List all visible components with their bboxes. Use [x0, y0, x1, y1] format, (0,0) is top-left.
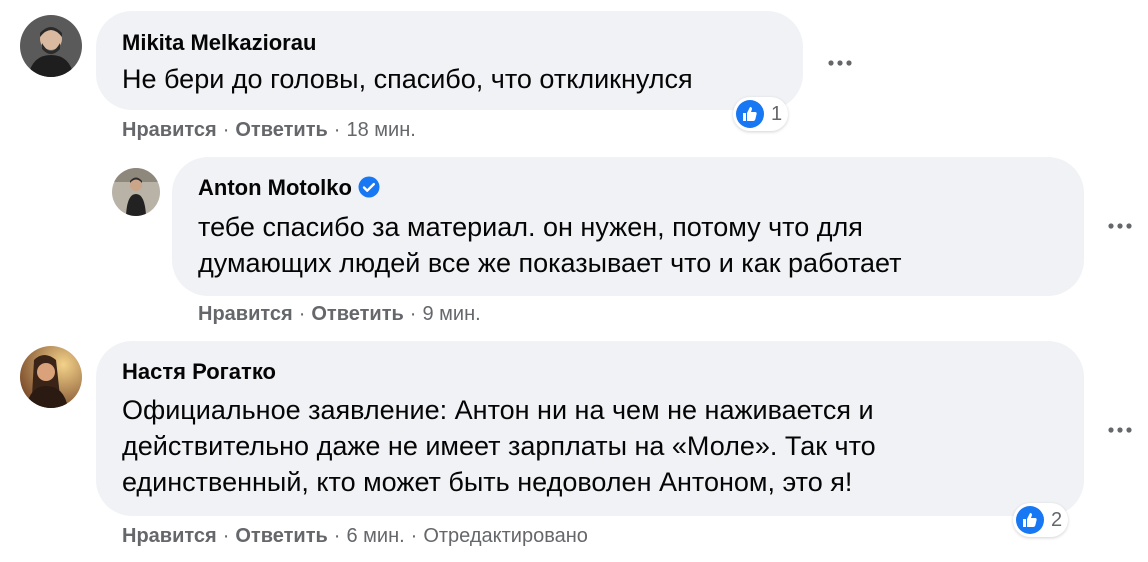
timestamp[interactable]: 6 мин.	[346, 525, 404, 547]
separator: ·	[333, 525, 341, 547]
like-button[interactable]: Нравится	[122, 119, 217, 141]
reply-button[interactable]: Ответить	[235, 119, 327, 141]
separator: ·	[222, 525, 230, 547]
comment-author[interactable]: Anton Motolko	[198, 175, 380, 201]
more-options-icon[interactable]	[1106, 423, 1136, 437]
more-options-icon[interactable]	[1106, 219, 1136, 233]
reply-button[interactable]: Ответить	[311, 303, 403, 325]
comment-text: Не бери до головы, спасибо, что откликну…	[122, 64, 693, 94]
like-button[interactable]: Нравится	[198, 303, 293, 325]
comment-author[interactable]: Mikita Melkaziorau	[122, 30, 316, 56]
avatar[interactable]	[20, 346, 82, 408]
avatar[interactable]	[112, 168, 160, 216]
like-icon	[1016, 506, 1044, 534]
timestamp[interactable]: 18 мин.	[346, 119, 415, 141]
comment-text: действительно даже не имеет зарплаты на …	[122, 431, 876, 461]
reply-button[interactable]: Ответить	[235, 525, 327, 547]
like-button[interactable]: Нравится	[122, 525, 217, 547]
more-options-icon[interactable]	[826, 56, 856, 70]
separator: ·	[333, 119, 341, 141]
comment-actions: Нравится · Ответить · 6 мин. · Отредактировано	[122, 525, 588, 548]
comment-actions: Нравится · Ответить · 18 мин.	[122, 119, 416, 142]
comment-author[interactable]: Настя Рогатко	[122, 359, 276, 385]
comment-text: думающих людей все же показывает что и к…	[198, 248, 902, 278]
reaction-count: 1	[771, 102, 783, 125]
separator: ·	[409, 303, 417, 325]
comment-text: Официальное заявление: Антон ни на чем н…	[122, 395, 874, 425]
separator: ·	[298, 303, 306, 325]
reaction-summary[interactable]: 1	[733, 97, 789, 131]
timestamp[interactable]: 9 мин.	[422, 303, 480, 325]
author-name: Anton Motolko	[198, 175, 352, 200]
avatar[interactable]	[20, 15, 82, 77]
reaction-count: 2	[1051, 508, 1063, 531]
comment-text: тебе спасибо за материал. он нужен, пото…	[198, 212, 863, 242]
separator: ·	[410, 525, 418, 547]
comment-actions: Нравится · Ответить · 9 мин.	[198, 303, 481, 326]
edited-label[interactable]: Отредактировано	[423, 525, 588, 547]
verified-badge-icon	[358, 176, 380, 198]
separator: ·	[222, 119, 230, 141]
reaction-summary[interactable]: 2	[1013, 503, 1069, 537]
comment-text: единственный, кто может быть недоволен А…	[122, 467, 853, 497]
like-icon	[736, 100, 764, 128]
